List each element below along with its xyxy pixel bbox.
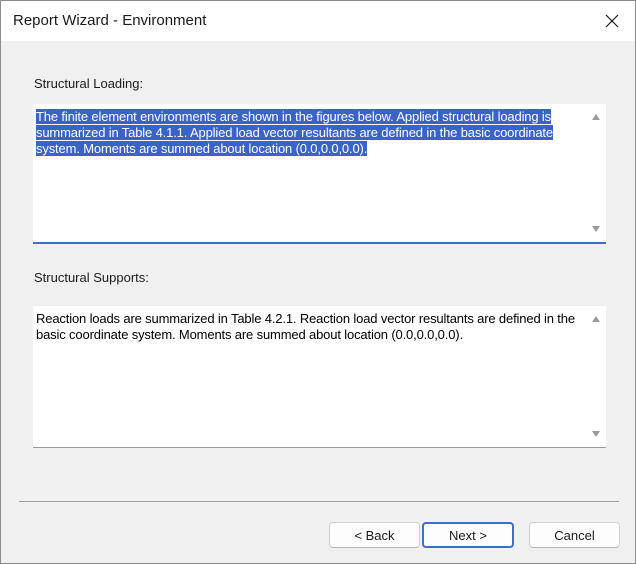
scroll-down-arrow-icon[interactable] [591, 225, 601, 233]
structural-loading-text: The finite element environments are show… [36, 109, 553, 156]
close-button[interactable] [589, 1, 635, 41]
structural-supports-textbox[interactable]: Reaction loads are summarized in Table 4… [33, 306, 606, 448]
close-icon [605, 14, 619, 28]
scroll-up-arrow-icon[interactable] [591, 113, 601, 121]
structural-loading-label: Structural Loading: [34, 76, 144, 91]
footer-divider [19, 501, 619, 502]
cancel-button[interactable]: Cancel [529, 522, 620, 548]
structural-loading-textbox[interactable]: The finite element environments are show… [33, 104, 606, 244]
structural-supports-scrollbar[interactable] [586, 306, 606, 447]
structural-supports-text-content: Reaction loads are summarized in Table 4… [36, 311, 584, 343]
report-wizard-dialog: Report Wizard - Environment Structural L… [0, 0, 636, 564]
scroll-up-arrow-icon[interactable] [591, 315, 601, 323]
structural-loading-text-content: The finite element environments are show… [36, 109, 584, 157]
next-button[interactable]: Next > [422, 522, 514, 548]
scroll-down-arrow-icon[interactable] [591, 430, 601, 438]
structural-supports-label: Structural Supports: [34, 270, 149, 285]
window-title: Report Wizard - Environment [13, 12, 207, 29]
structural-loading-scrollbar[interactable] [586, 104, 606, 242]
back-button[interactable]: < Back [329, 522, 420, 548]
structural-supports-text: Reaction loads are summarized in Table 4… [36, 311, 575, 342]
title-bar: Report Wizard - Environment [1, 1, 635, 41]
